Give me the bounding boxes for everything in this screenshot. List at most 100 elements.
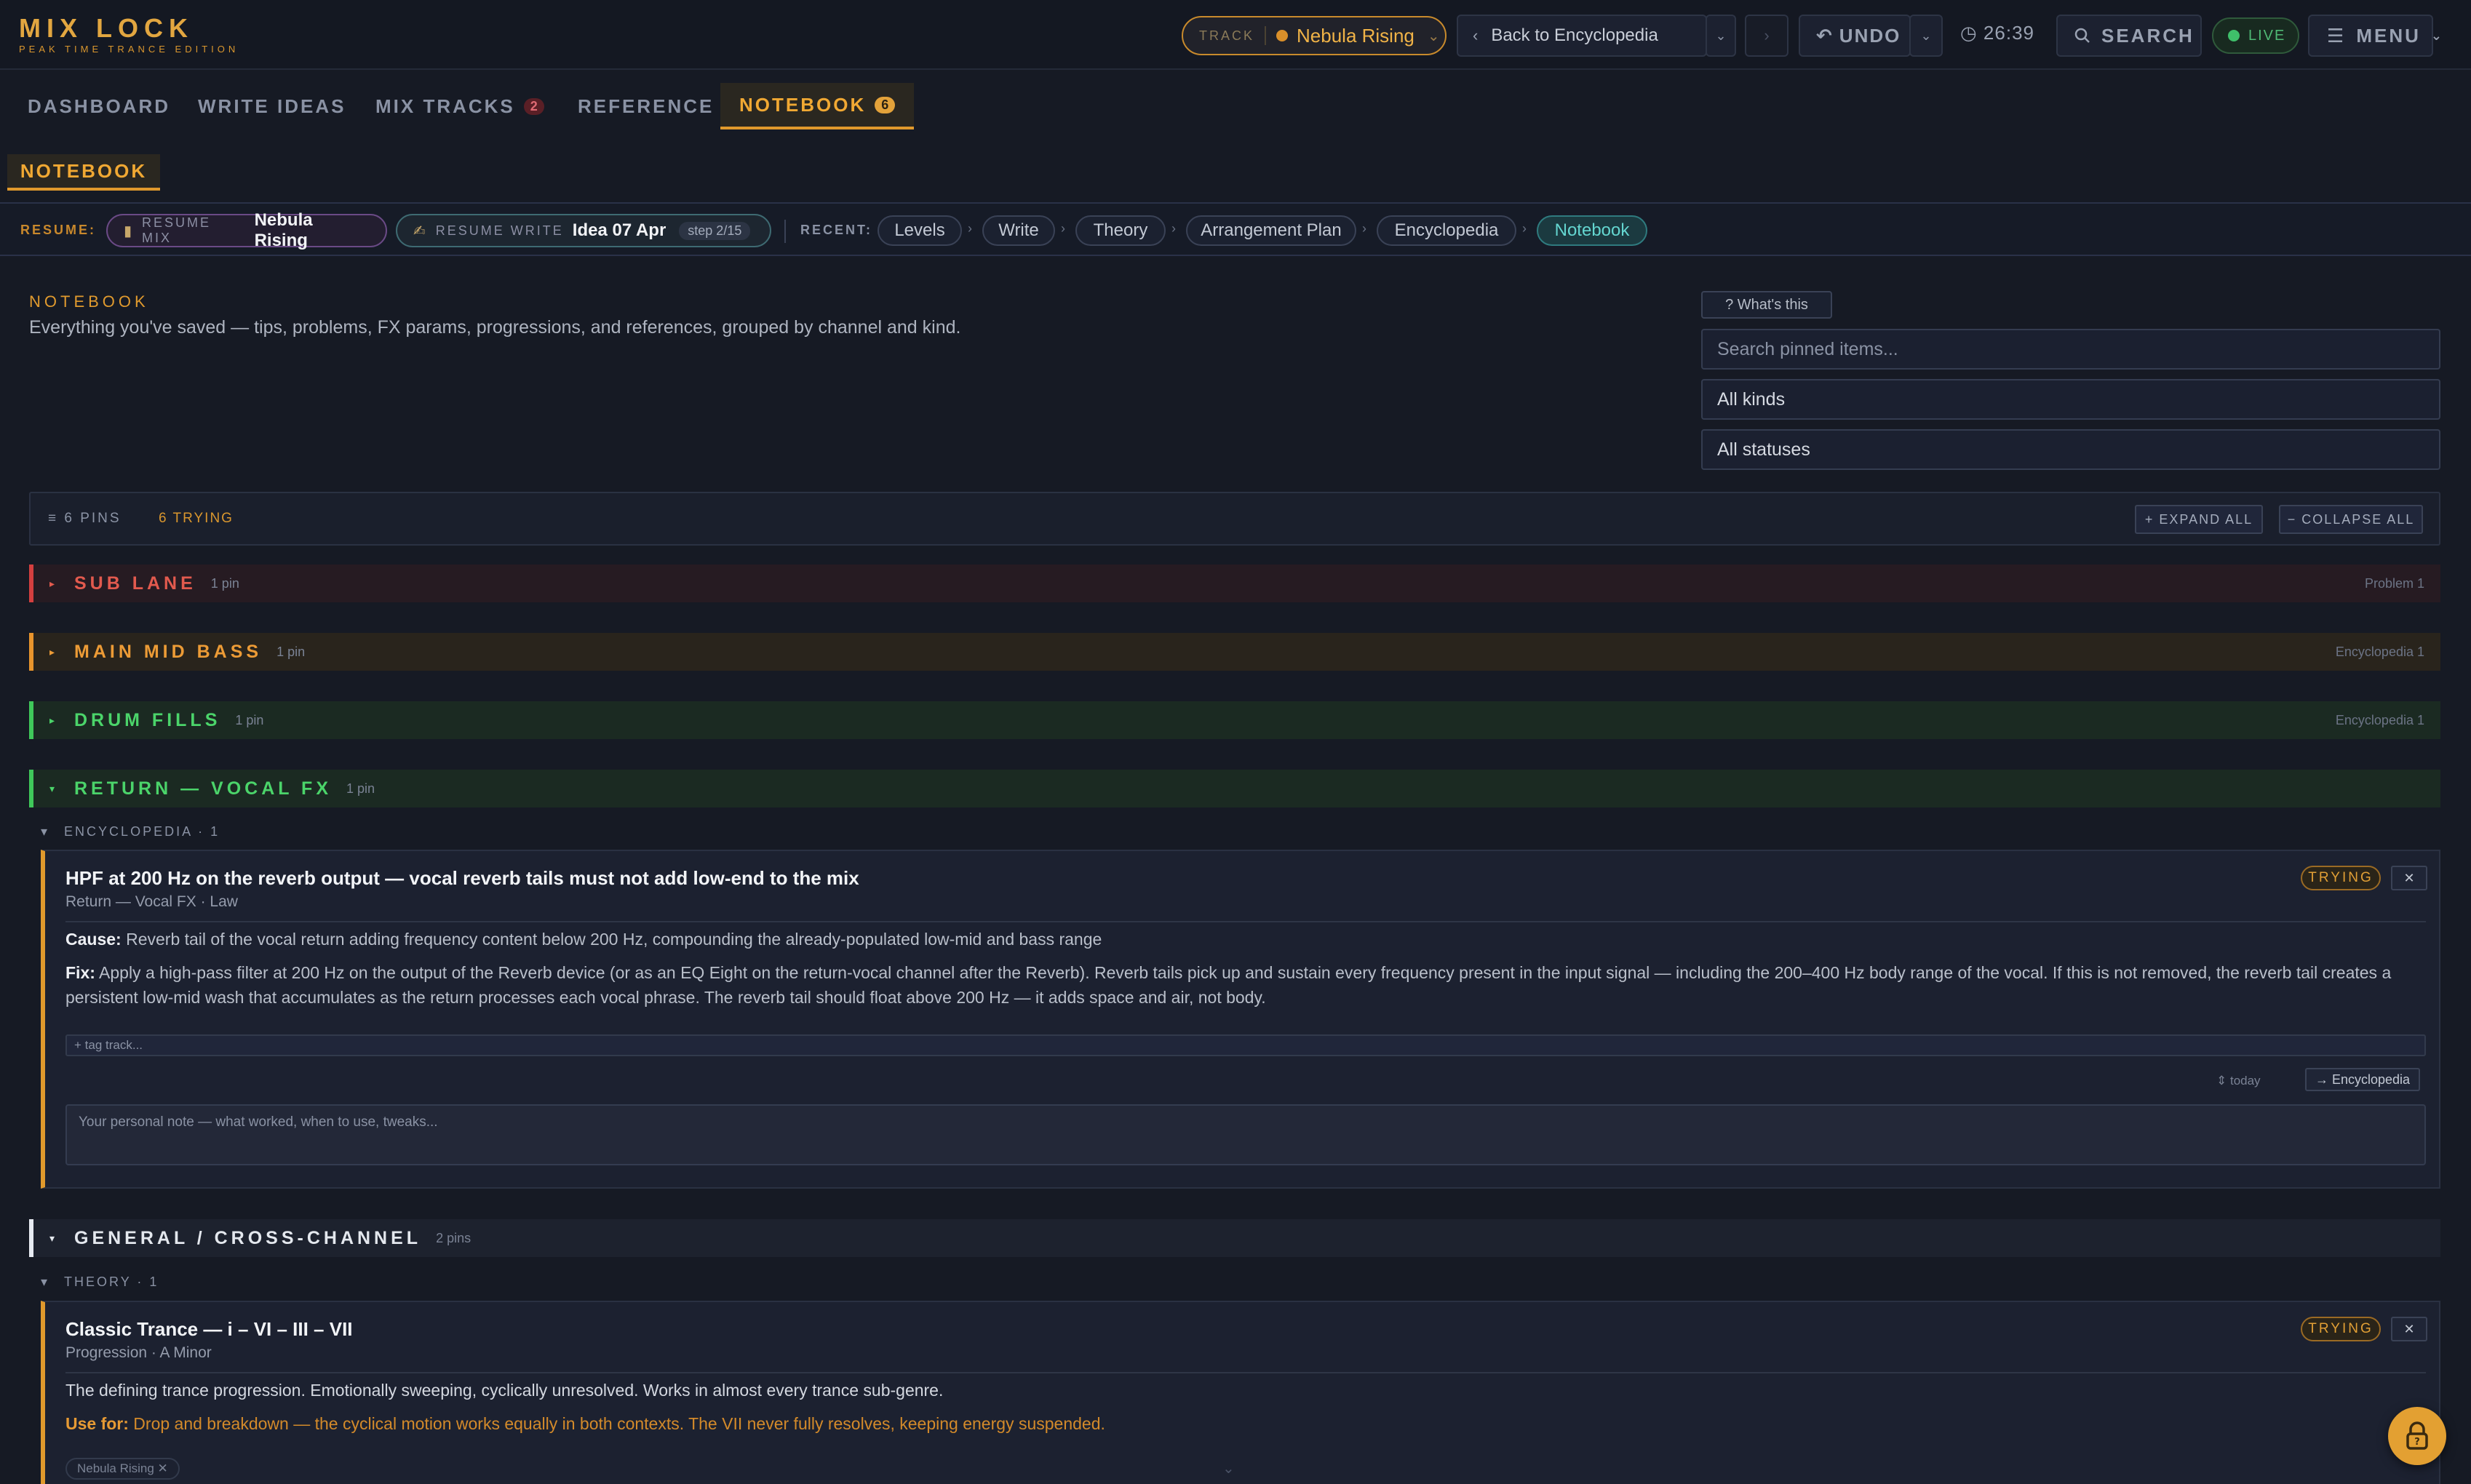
chevron-down-icon: ⌄: [1715, 28, 1727, 43]
forward-button[interactable]: ›: [1745, 15, 1788, 57]
chevron-down-icon: ▾: [49, 1232, 55, 1244]
undo-button[interactable]: ↶ UNDO: [1799, 15, 1911, 57]
logo-subtitle: PEAK TIME TRANCE EDITION: [19, 44, 239, 55]
resume-write-value: Idea 07 Apr: [572, 220, 667, 240]
group-header-return-vocal-fx[interactable]: ▾ RETURN — VOCAL FX 1 pin: [29, 770, 2440, 807]
hamburger-icon: ☰: [2327, 24, 2347, 47]
tab-mix-tracks[interactable]: MIX TRACKS 2: [375, 83, 544, 129]
resume-mix-button[interactable]: ▮ RESUME MIX Nebula Rising: [106, 210, 387, 250]
card-use-for: Use for: Drop and breakdown — the cyclic…: [65, 1414, 1105, 1434]
mix-tracks-count-badge: 2: [523, 97, 544, 115]
use-for-text: Drop and breakdown — the cyclical motion…: [133, 1414, 1105, 1433]
tab-reference[interactable]: REFERENCE: [578, 83, 714, 129]
crumb-label: Theory: [1093, 220, 1148, 240]
unpin-button[interactable]: ✕: [2391, 866, 2427, 890]
group-kind-summary: Encyclopedia 1: [2335, 712, 2424, 727]
chevron-right-icon: ▸: [49, 577, 55, 589]
live-status-toggle[interactable]: LIVE: [2212, 17, 2299, 54]
group-header-drum-fills[interactable]: ▸ DRUM FILLS 1 pin Encyclopedia 1: [29, 701, 2440, 739]
chevron-right-icon: ›: [1764, 26, 1770, 44]
undo-history-dropdown[interactable]: ⌄: [1909, 15, 1943, 57]
whats-this-button[interactable]: ? What's this: [1701, 291, 1832, 319]
tab-write-ideas[interactable]: WRITE IDEAS: [198, 83, 346, 129]
resume-write-button[interactable]: ✍ RESUME WRITE Idea 07 Apr step 2/15: [396, 214, 771, 247]
expand-all-button[interactable]: + EXPAND ALL: [2135, 505, 2263, 534]
live-dot: [2228, 30, 2240, 41]
chevron-left-icon: ‹: [1473, 26, 1479, 44]
resume-divider: [784, 220, 786, 243]
clock-icon: ◷: [1960, 22, 1978, 44]
subtab-notebook[interactable]: NOTEBOOK: [7, 154, 160, 191]
undo-label: UNDO: [1839, 24, 1901, 47]
chevron-right-icon: ›: [1522, 221, 1527, 236]
search-button[interactable]: SEARCH: [2056, 15, 2202, 57]
collapse-all-button[interactable]: − COLLAPSE ALL: [2279, 505, 2423, 534]
recent-crumb-notebook[interactable]: Notebook: [1537, 215, 1647, 246]
status-filter-select[interactable]: All statuses: [1701, 429, 2440, 470]
crumb-label: Notebook: [1554, 220, 1630, 240]
fix-text: Apply a high-pass filter at 200 Hz on th…: [99, 963, 2392, 982]
group-pin-count: 1 pin: [210, 575, 239, 591]
undo-icon: ↶: [1816, 24, 1834, 47]
tab-label: WRITE IDEAS: [198, 95, 346, 117]
kind-subheader-theory[interactable]: ▾ THEORY · 1: [41, 1274, 159, 1290]
kind-subheader-label: THEORY · 1: [64, 1274, 159, 1289]
menu-button[interactable]: ☰ MENU ⌄: [2308, 15, 2442, 57]
track-selector[interactable]: TRACK Nebula Rising ⌄: [1182, 16, 1447, 55]
search-label: SEARCH: [2101, 24, 2195, 47]
logo-title: MIX LOCK: [19, 13, 194, 43]
back-button[interactable]: ‹ Back to Encyclopedia: [1457, 15, 1707, 57]
search-pinned-input[interactable]: [1701, 329, 2440, 370]
tagged-track-chip[interactable]: Nebula Rising ✕: [65, 1458, 180, 1480]
chevron-down-icon: ⌄: [1222, 1461, 1235, 1477]
open-encyclopedia-link[interactable]: → Encyclopedia: [2305, 1068, 2421, 1091]
chevron-right-icon: ▸: [49, 645, 55, 658]
pinned-card: HPF at 200 Hz on the reverb output — voc…: [41, 850, 2440, 1189]
group-header-main-mid-bass[interactable]: ▸ MAIN MID BASS 1 pin Encyclopedia 1: [29, 633, 2440, 671]
pins-summary-bar: ≡ 6 PINS 6 TRYING + EXPAND ALL − COLLAPS…: [29, 492, 2440, 546]
group-header-general-cross-channel[interactable]: ▾ GENERAL / CROSS-CHANNEL 2 pins: [29, 1219, 2440, 1257]
back-history-dropdown[interactable]: ⌄: [1706, 15, 1736, 57]
tag-track-input[interactable]: + tag track...: [65, 1034, 2426, 1056]
subtab-label: NOTEBOOK: [20, 159, 148, 182]
status-badge[interactable]: TRYING: [2301, 866, 2381, 890]
card-body: The defining trance progression. Emotion…: [65, 1381, 944, 1400]
recent-crumb-levels[interactable]: Levels: [878, 215, 962, 246]
resume-label: RESUME:: [20, 223, 97, 237]
group-header-sub-lane[interactable]: ▸ SUB LANE 1 pin Problem 1: [29, 565, 2440, 602]
app-logo[interactable]: MIX LOCK PEAK TIME TRANCE EDITION: [19, 15, 239, 55]
group-name: MAIN MID BASS: [74, 641, 263, 662]
kind-filter-select[interactable]: All kinds: [1701, 379, 2440, 420]
trying-count: 6 TRYING: [159, 511, 234, 526]
unpin-button[interactable]: ✕: [2391, 1317, 2427, 1341]
status-badge[interactable]: TRYING: [2301, 1317, 2381, 1341]
cause-label: Cause:: [65, 930, 122, 949]
resume-write-kind: RESUME WRITE: [435, 223, 564, 238]
page-description: Everything you've saved — tips, problems…: [29, 317, 961, 338]
tab-dashboard[interactable]: DASHBOARD: [28, 83, 170, 129]
chevron-right-icon: ›: [1061, 221, 1065, 236]
chevron-down-icon: ⌄: [1427, 28, 1440, 44]
cause-text: Reverb tail of the vocal return adding f…: [126, 930, 1102, 949]
card-title: Classic Trance — i – VI – III – VII: [65, 1318, 353, 1340]
svg-text:?: ?: [2414, 1437, 2420, 1448]
chevron-down-icon: ▾: [49, 782, 55, 794]
menu-label: MENU: [2356, 24, 2421, 47]
recent-crumb-theory[interactable]: Theory: [1075, 215, 1166, 246]
chevron-right-icon: ›: [1362, 221, 1366, 236]
encyclopedia-link-label: → Encyclopedia: [2315, 1072, 2411, 1087]
kind-subheader-encyclopedia[interactable]: ▾ ENCYCLOPEDIA · 1: [41, 824, 220, 839]
status-label: TRYING: [2308, 1321, 2373, 1336]
recent-crumb-write[interactable]: Write: [982, 215, 1055, 246]
recent-crumb-arrangement-plan[interactable]: Arrangement Plan: [1186, 215, 1356, 246]
lock-button[interactable]: ?: [2388, 1407, 2446, 1465]
top-bar: MIX LOCK PEAK TIME TRANCE EDITION TRACK …: [0, 0, 2471, 70]
crumb-label: Levels: [894, 220, 945, 240]
card-meta: Return — Vocal FX · Law: [65, 893, 238, 910]
search-icon: [2074, 28, 2090, 43]
tab-notebook[interactable]: NOTEBOOK 6: [720, 83, 915, 129]
recent-crumb-encyclopedia[interactable]: Encyclopedia: [1377, 215, 1516, 246]
card-fix-continued: persistent low-mid wash that accumulates…: [65, 988, 1266, 1007]
personal-note-textarea[interactable]: [65, 1104, 2426, 1165]
track-divider: [1265, 26, 1267, 45]
